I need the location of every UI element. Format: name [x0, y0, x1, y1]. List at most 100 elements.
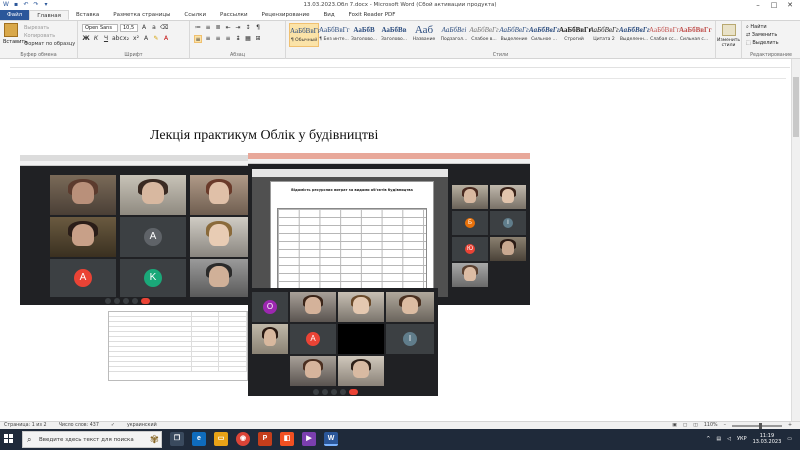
borders-icon[interactable]: ⊞	[254, 35, 262, 43]
word-icon[interactable]: W	[324, 432, 338, 446]
italic-icon[interactable]: К	[92, 35, 100, 43]
style-item[interactable]: АаБбВвГг ¶ Без инте...	[319, 23, 350, 47]
zoom-slider[interactable]	[731, 422, 782, 429]
present-icon[interactable]	[132, 298, 138, 304]
change-styles-button[interactable]: Изменить стили	[716, 21, 742, 59]
style-item[interactable]: АаБбВвГг Цитата 2	[589, 23, 619, 47]
view-web-icon[interactable]: ◫	[693, 423, 698, 428]
close-icon[interactable]: ✕	[782, 0, 798, 10]
decrease-indent-icon[interactable]: ⇤	[224, 24, 232, 32]
tab-references[interactable]: Ссылки	[177, 10, 213, 20]
tab-home[interactable]: Главная	[29, 10, 69, 20]
tab-file[interactable]: Файл	[0, 10, 30, 20]
style-item[interactable]: АаБбВвГг ¶ Обычный	[289, 23, 321, 47]
highlight-icon[interactable]: ✎	[152, 35, 160, 43]
text-effects-icon[interactable]: A	[142, 35, 150, 43]
chrome-icon[interactable]: ◉	[236, 432, 250, 446]
view-print-icon[interactable]: ▣	[672, 423, 677, 428]
bold-icon[interactable]: Ж	[82, 35, 90, 43]
sort-icon[interactable]: ↕	[244, 24, 252, 32]
cut-button[interactable]: Вырезать	[24, 24, 75, 32]
start-button[interactable]	[4, 434, 14, 444]
office-icon[interactable]: ◧	[280, 432, 294, 446]
tab-mailings[interactable]: Рассылки	[213, 10, 255, 20]
font-size-select[interactable]: 10,5	[120, 24, 138, 32]
taskbar-search[interactable]: ⌕ Введите здесь текст для поиска ✾	[22, 431, 162, 448]
keyboard-language[interactable]: УКР	[737, 436, 747, 442]
mic-icon[interactable]	[313, 389, 319, 395]
format-painter-button[interactable]: Формат по образцу	[24, 40, 75, 48]
tab-review[interactable]: Рецензирование	[255, 10, 317, 20]
tab-view[interactable]: Вид	[317, 10, 342, 20]
bullets-icon[interactable]: ≔	[194, 24, 202, 32]
minimize-icon[interactable]: –	[750, 0, 766, 10]
word-count[interactable]: Число слов: 437	[59, 423, 99, 428]
notifications-icon[interactable]: ▭	[787, 436, 792, 442]
zoom-in-icon[interactable]: +	[788, 423, 792, 428]
select-button[interactable]: ⬚ Выделить	[746, 39, 779, 47]
hang-up-icon[interactable]	[141, 298, 150, 304]
style-item[interactable]: АаБбВвГг Выделенн...	[619, 23, 650, 47]
underline-icon[interactable]: Ч	[102, 35, 110, 43]
network-icon[interactable]: ▤	[716, 436, 721, 442]
style-item[interactable]: АаБбВвГг Выделение	[499, 23, 529, 47]
grow-font-icon[interactable]: A	[140, 24, 148, 32]
style-item[interactable]: АаБбВвГг Слабая сс...	[649, 23, 680, 47]
captions-icon[interactable]	[123, 298, 129, 304]
zoom-out-icon[interactable]: –	[724, 423, 726, 428]
camera-icon[interactable]	[322, 389, 328, 395]
language-indicator[interactable]: украинский	[127, 423, 157, 428]
style-item[interactable]: АаБбВеі Подзагол...	[439, 23, 469, 47]
paste-button[interactable]: Вставить	[3, 23, 27, 45]
clock[interactable]: 11:19 13.03.2023	[753, 433, 782, 445]
maximize-icon[interactable]: □	[766, 0, 782, 10]
hang-up-icon[interactable]	[349, 389, 358, 395]
subscript-icon[interactable]: x₂	[122, 35, 130, 43]
strikethrough-icon[interactable]: abc	[112, 35, 123, 43]
tab-insert[interactable]: Вставка	[69, 10, 106, 20]
scrollbar-thumb[interactable]	[793, 77, 799, 137]
task-view-icon[interactable]: ❐	[170, 432, 184, 446]
clear-format-icon[interactable]: ⌫	[160, 24, 168, 32]
file-explorer-icon[interactable]: ▭	[214, 432, 228, 446]
align-right-icon[interactable]: ≡	[214, 35, 222, 43]
style-item[interactable]: АаБбВвГг Сильная с...	[679, 23, 712, 47]
view-fullscreen-icon[interactable]: ▢	[683, 423, 688, 428]
camera-icon[interactable]	[114, 298, 120, 304]
tab-foxit[interactable]: Foxit Reader PDF	[342, 10, 403, 20]
tab-page-layout[interactable]: Разметка страницы	[106, 10, 177, 20]
font-family-select[interactable]: Open Sans	[82, 24, 118, 32]
style-item[interactable]: АаБбВвГг Строгий	[559, 23, 592, 47]
spelling-icon[interactable]: ✓	[111, 423, 115, 428]
numbering-icon[interactable]: ≡	[204, 24, 212, 32]
powerpoint-icon[interactable]: P	[258, 432, 272, 446]
find-button[interactable]: ⌕ Найти	[746, 23, 779, 31]
style-item[interactable]: АаБбВвГг Слабое в...	[469, 23, 499, 47]
align-left-icon[interactable]: ≡	[194, 35, 202, 43]
media-icon[interactable]: ▶	[302, 432, 316, 446]
edge-icon[interactable]: e	[192, 432, 206, 446]
volume-icon[interactable]: ◁	[727, 436, 731, 442]
replace-button[interactable]: ⇄ Заменить	[746, 31, 779, 39]
show-marks-icon[interactable]: ¶	[254, 24, 262, 32]
shading-icon[interactable]: ▦	[244, 35, 252, 43]
font-color-icon[interactable]: A	[162, 35, 170, 43]
page-count[interactable]: Страница: 1 из 2	[4, 423, 47, 428]
copy-button[interactable]: Копировать	[24, 32, 75, 40]
vertical-scrollbar[interactable]	[791, 59, 800, 421]
style-item[interactable]: АаБбВ Заголово...	[349, 23, 379, 47]
zoom-slider-knob[interactable]	[758, 422, 762, 429]
align-center-icon[interactable]: ≡	[204, 35, 212, 43]
mic-icon[interactable]	[105, 298, 111, 304]
style-item[interactable]: АаБбВвГг Сильное ...	[529, 23, 560, 47]
present-icon[interactable]	[340, 389, 346, 395]
multilevel-list-icon[interactable]: ≣	[214, 24, 222, 32]
tray-chevron-icon[interactable]: ^	[706, 436, 710, 442]
style-item[interactable]: АаБбВв Заголово...	[379, 23, 409, 47]
superscript-icon[interactable]: x²	[132, 35, 140, 43]
style-item[interactable]: Ааб Название	[409, 23, 439, 47]
zoom-level[interactable]: 110%	[704, 423, 718, 428]
shrink-font-icon[interactable]: a	[150, 24, 158, 32]
justify-icon[interactable]: ≡	[224, 35, 232, 43]
captions-icon[interactable]	[331, 389, 337, 395]
